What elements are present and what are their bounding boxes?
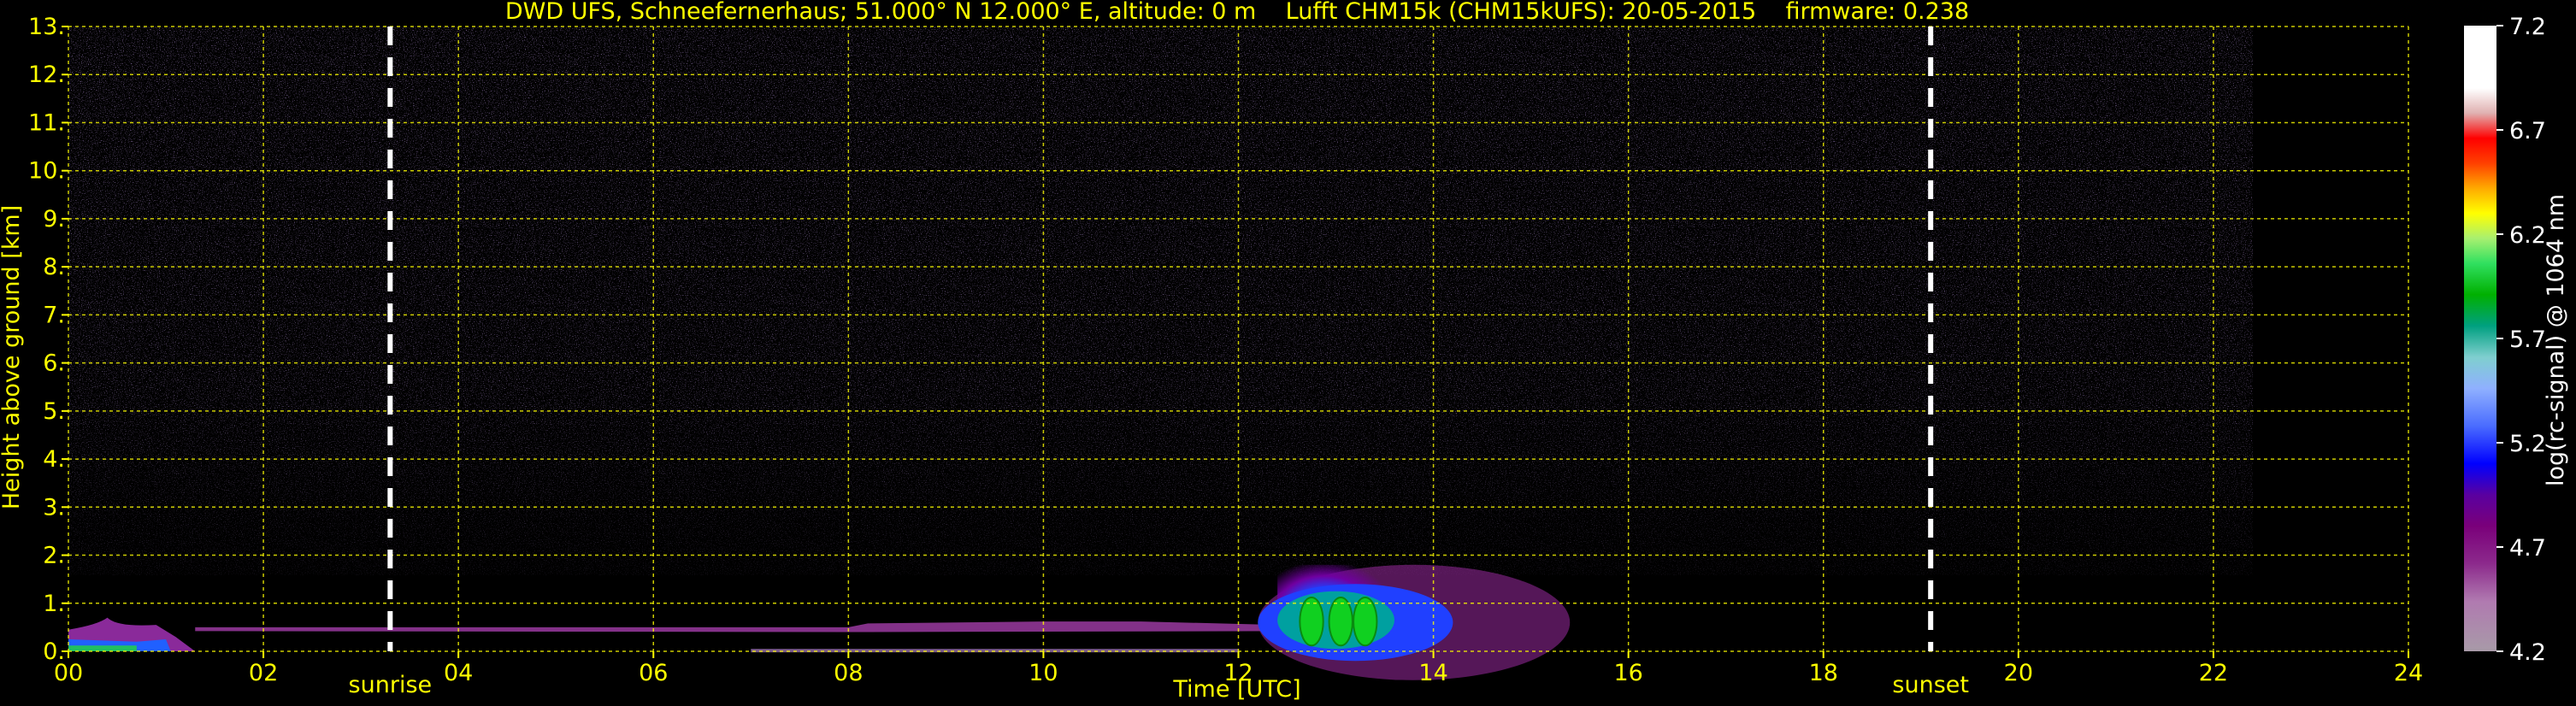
x-tick-label: 16 <box>1613 660 1642 686</box>
y-tick-label: 1. <box>43 591 65 617</box>
x-tick-label: 20 <box>2004 660 2033 686</box>
y-tick-label: 8. <box>43 254 65 280</box>
colorbar-ticks: 7.2 6.7 6.2 5.7 5.2 4.7 4.2 <box>2496 14 2546 666</box>
x-tick-label: 02 <box>249 660 278 686</box>
sunset-label: sunset <box>1892 672 1969 698</box>
x-tick-label: 14 <box>1418 660 1447 686</box>
x-axis-label: Time [UTC] <box>1172 676 1300 703</box>
colorbar-tick-label: 4.2 <box>2509 639 2546 666</box>
colorbar-tick-label: 6.2 <box>2509 222 2546 249</box>
colorbar-tick-label: 4.7 <box>2509 535 2546 562</box>
background-signal <box>68 26 2253 575</box>
colorbar-label: log(rc-signal) @ 1064 nm <box>2543 194 2569 486</box>
x-tick-label: 18 <box>1809 660 1838 686</box>
signal-noise <box>68 26 2253 575</box>
y-tick-label: 11. <box>28 109 65 136</box>
colorbar: 7.2 6.7 6.2 5.7 5.2 4.7 4.2 log(rc-signal) @ 1… <box>2464 14 2569 666</box>
y-tick-label: 0. <box>43 638 65 665</box>
plume-cell <box>1353 597 1378 647</box>
y-tick-label: 13. <box>28 14 65 40</box>
y-tick-label: 2. <box>43 543 65 569</box>
y-axis-ticks: 0. 1. 2. 3. 4. 5. 6. 7. 8. 9. 10. 11. 12. 13. <box>28 14 68 665</box>
colorbar-tick-label: 5.7 <box>2509 327 2546 353</box>
chart-title: DWD UFS, Schneefernerhaus; 51.000° N 12.… <box>505 0 1969 25</box>
x-tick-label: 08 <box>834 660 863 686</box>
sun-labels: sunrise sunset <box>349 672 1969 698</box>
lidar-chart: 00 02 04 06 08 10 12 14 16 18 20 22 24 0.1.2.3.4.5.6… <box>0 0 2569 703</box>
sunrise-label: sunrise <box>349 672 433 698</box>
y-tick-label: 7. <box>43 302 65 328</box>
x-tick-label: 10 <box>1029 660 1058 686</box>
colorbar-tick-label: 5.2 <box>2509 431 2546 457</box>
plume-cell <box>1328 597 1353 647</box>
y-tick-label: 6. <box>43 350 65 377</box>
surface-aerosol-dense <box>68 645 137 651</box>
plume-cell <box>1299 597 1324 647</box>
y-tick-label: 12. <box>28 62 65 88</box>
x-tick-label: 24 <box>2394 660 2423 686</box>
y-tick-label: 3. <box>43 494 65 521</box>
y-tick-label: 5. <box>43 398 65 425</box>
y-axis-label: Height above ground [km] <box>0 205 25 509</box>
colorbar-tick-label: 7.2 <box>2509 14 2546 40</box>
x-tick-label: 06 <box>639 660 668 686</box>
x-tick-label: 22 <box>2199 660 2228 686</box>
signal-noise-bright <box>1277 26 1453 556</box>
colorbar-gradient <box>2464 26 2496 651</box>
x-tick-label: 04 <box>444 660 473 686</box>
y-tick-label: 10. <box>28 158 65 185</box>
y-tick-label: 9. <box>43 206 65 232</box>
y-tick-label: 4. <box>43 446 65 473</box>
plot-area <box>68 26 2409 680</box>
colorbar-tick-label: 6.7 <box>2509 118 2546 144</box>
